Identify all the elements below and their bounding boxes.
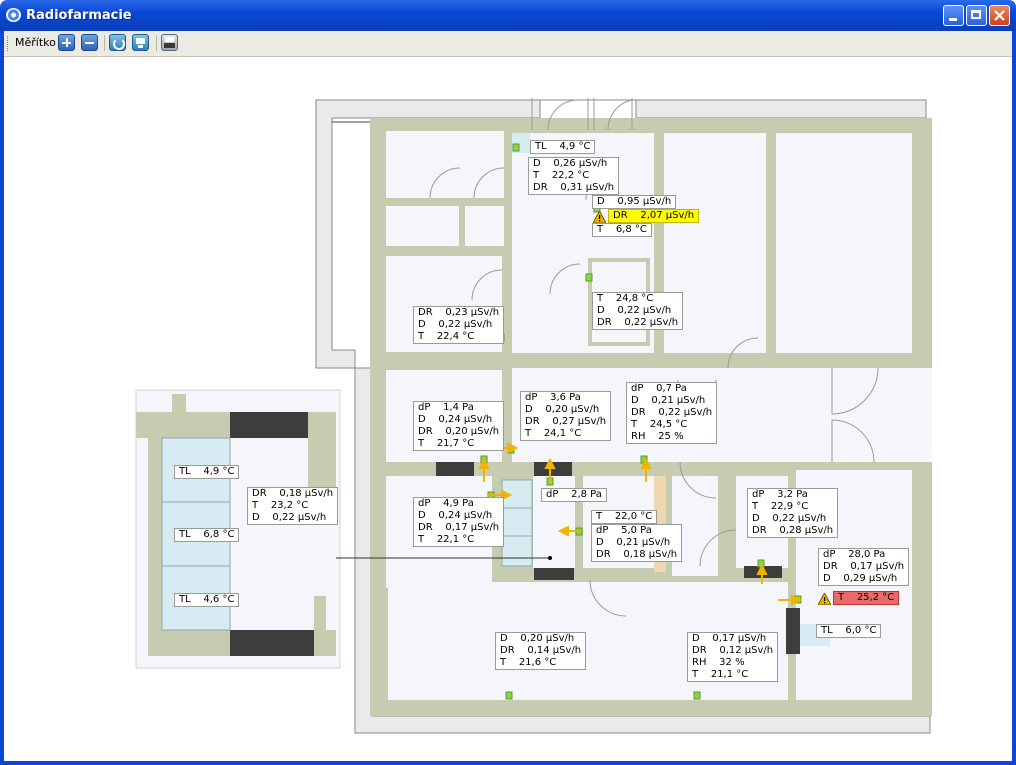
- alarm-reading-label[interactable]: DR 2,07 μSv/h: [608, 209, 700, 223]
- reading-label[interactable]: dP 0,7 Pa D 0,21 μSv/h DR 0,22 μSv/h T 24,5…: [626, 382, 718, 444]
- warning-icon: [818, 593, 831, 605]
- warning-icon: [593, 211, 606, 223]
- coldroom-wall: [308, 412, 336, 492]
- reading-label[interactable]: dP 4,9 Pa D 0,24 μSv/h DR 0,17 μSv/h T 22,1…: [413, 497, 505, 547]
- reading-label[interactable]: dP 3,6 Pa D 0,20 μSv/h DR 0,27 μSv/h T 24,1…: [520, 391, 612, 441]
- reading-label[interactable]: dP 1,4 Pa D 0,24 μSv/h DR 0,20 μSv/h T 21,7…: [413, 401, 505, 451]
- reading-label[interactable]: TL 4,9 °C: [174, 465, 240, 479]
- coldroom-partition: [230, 630, 314, 656]
- coldroom-wall: [314, 596, 326, 630]
- reading-label[interactable]: dP 28,0 Pa DR 0,17 μSv/h D 0,29 μSv/h: [818, 548, 910, 586]
- reading-label[interactable]: D 0,20 μSv/h DR 0,14 μSv/h T 21,6 °C: [495, 632, 587, 670]
- reading-label[interactable]: T 6,8 °C: [592, 223, 652, 237]
- reading-label[interactable]: dP 2,8 Pa: [541, 488, 607, 502]
- coldroom-wall: [172, 394, 186, 412]
- reading-label[interactable]: TL 4,9 °C: [530, 140, 596, 154]
- coldroom-partition: [230, 412, 308, 438]
- reading-label[interactable]: D 0,95 μSv/h: [592, 195, 677, 209]
- reading-label[interactable]: TL 6,8 °C: [174, 528, 240, 542]
- reading-label[interactable]: DR 0,18 μSv/h T 23,2 °C D 0,22 μSv/h: [247, 487, 339, 525]
- reading-label[interactable]: DR 0,23 μSv/h D 0,22 μSv/h T 22,4 °C: [413, 306, 505, 344]
- reading-label[interactable]: T 24,8 °C D 0,22 μSv/h DR 0,22 μSv/h: [592, 292, 684, 330]
- reading-label[interactable]: TL 4,6 °C: [174, 593, 240, 607]
- reading-label[interactable]: D 0,26 μSv/h T 22,2 °C DR 0,31 μSv/h: [528, 157, 620, 195]
- coldroom-wall: [148, 438, 162, 656]
- reading-label[interactable]: dP 5,0 Pa D 0,21 μSv/h DR 0,18 μSv/h: [591, 524, 683, 562]
- alarm-reading-label[interactable]: T 25,2 °C: [833, 591, 900, 605]
- reading-label[interactable]: dP 3,2 Pa T 22,9 °C D 0,22 μSv/h DR 0,28 μS…: [747, 488, 839, 538]
- reading-label[interactable]: T 22,0 °C: [591, 510, 658, 524]
- reading-label[interactable]: D 0,17 μSv/h DR 0,12 μSv/h RH 32 % T 21,1 °…: [687, 632, 779, 682]
- reading-label[interactable]: TL 6,0 °C: [816, 624, 882, 638]
